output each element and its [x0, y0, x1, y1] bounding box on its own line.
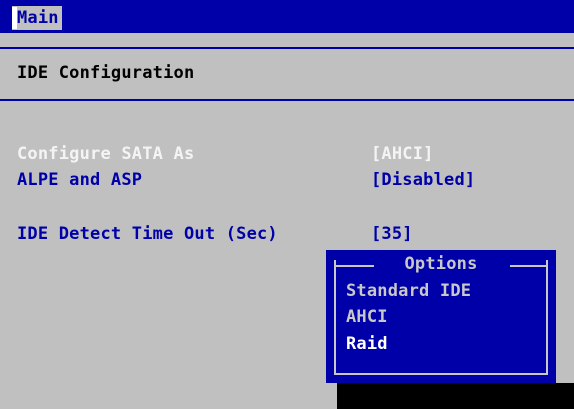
popup-shadow [337, 383, 574, 409]
setting-value-alpe-asp[interactable]: [Disabled] [371, 170, 475, 190]
page-title: IDE Configuration [17, 63, 195, 83]
options-popup: Options Standard IDE AHCI Raid [326, 250, 556, 383]
option-standard-ide[interactable]: Standard IDE [346, 281, 471, 301]
options-title: Options [404, 254, 478, 274]
setting-label-ide-detect-timeout[interactable]: IDE Detect Time Out (Sec) [17, 224, 278, 244]
option-raid[interactable]: Raid [346, 334, 388, 354]
tab-main[interactable]: Main [12, 6, 62, 30]
title-divider [0, 99, 574, 101]
setting-label-alpe-asp[interactable]: ALPE and ASP [17, 170, 142, 190]
header-divider [0, 47, 574, 49]
option-ahci[interactable]: AHCI [346, 307, 388, 327]
setting-label-configure-sata: Configure SATA As [17, 144, 195, 164]
tab-main-label: Main [17, 8, 59, 28]
setting-value-configure-sata: [AHCI] [371, 144, 434, 164]
setting-value-ide-detect-timeout[interactable]: [35] [371, 224, 413, 244]
menu-bar: Main [0, 0, 574, 33]
